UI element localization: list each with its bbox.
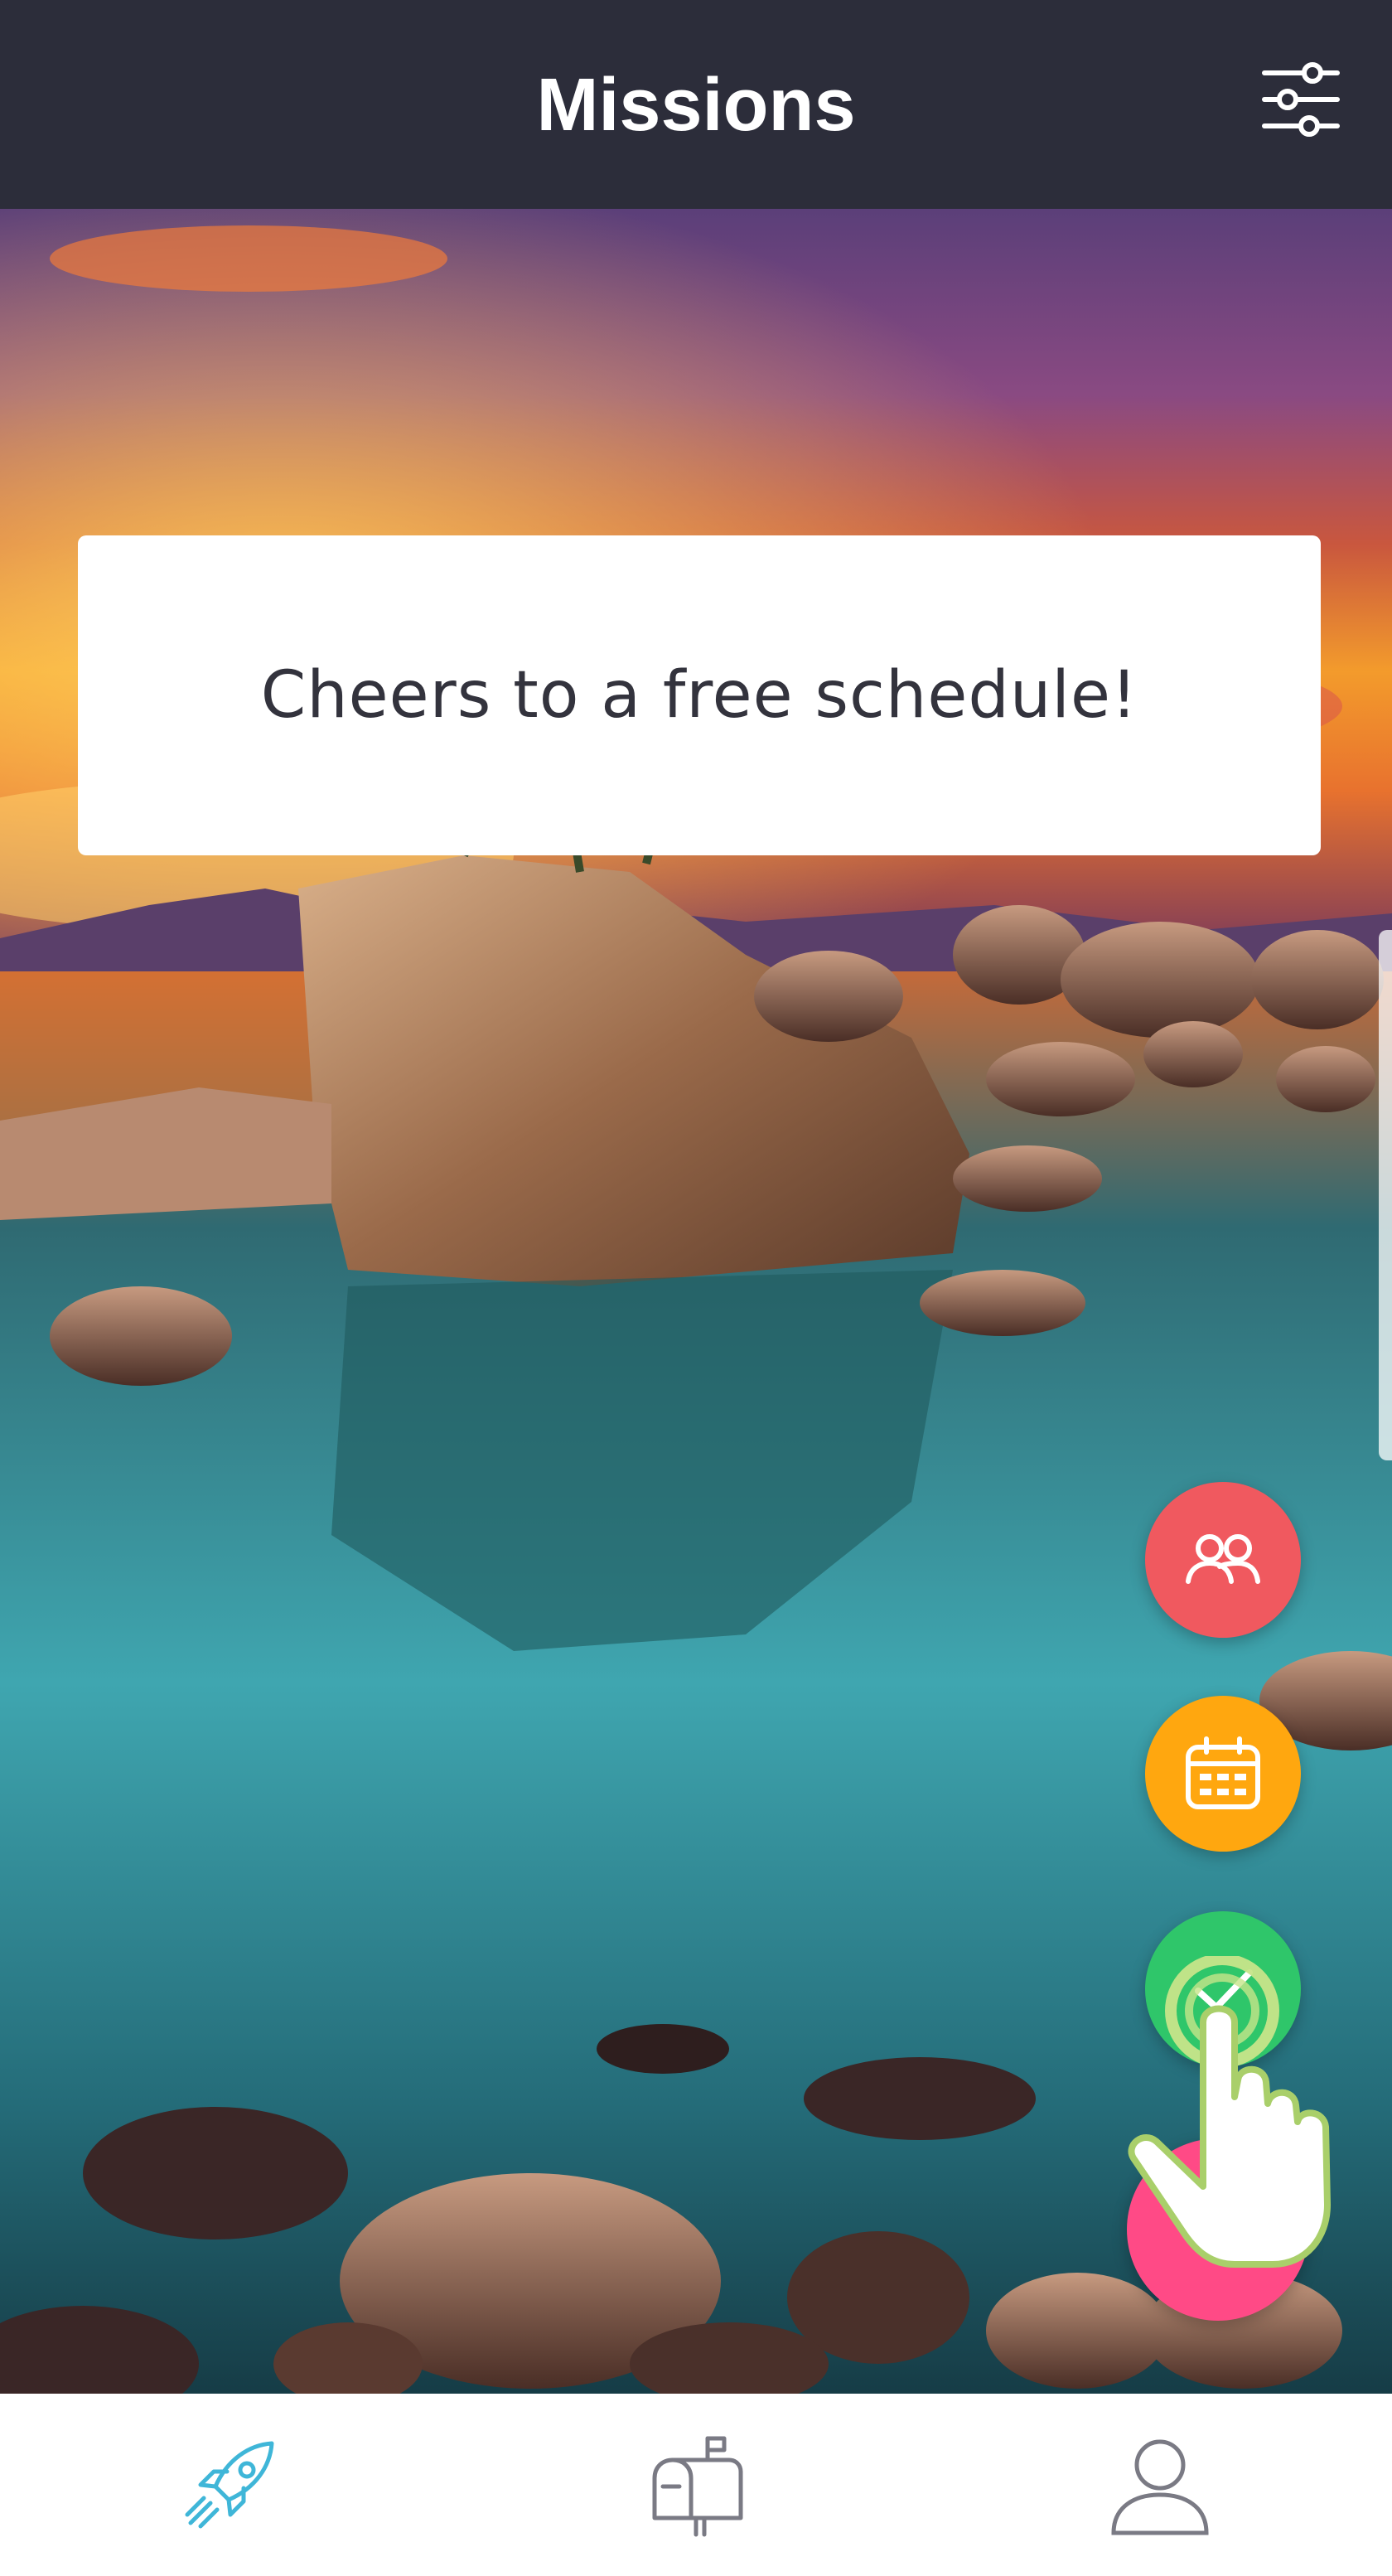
top-app-bar: Missions xyxy=(0,0,1392,209)
rocket-icon xyxy=(185,2441,274,2529)
page-title: Missions xyxy=(536,64,856,147)
person-icon xyxy=(1111,2439,1209,2535)
side-drawer-handle[interactable] xyxy=(1379,930,1392,1460)
tap-hint-hand-icon xyxy=(1128,1956,1331,2268)
bottom-tab-bar xyxy=(0,2394,1392,2576)
team-button[interactable] xyxy=(1145,1482,1301,1638)
tab-inbox[interactable] xyxy=(464,2394,928,2576)
people-icon xyxy=(1186,1534,1260,1584)
motivation-banner: Cheers to a free schedule! xyxy=(78,535,1321,855)
filter-button[interactable] xyxy=(1261,60,1341,139)
calendar-button[interactable] xyxy=(1145,1696,1301,1852)
sliders-icon xyxy=(1262,62,1340,137)
tab-profile[interactable] xyxy=(928,2394,1392,2576)
tab-missions[interactable] xyxy=(0,2394,464,2576)
mailbox-icon xyxy=(652,2436,743,2537)
banner-message: Cheers to a free schedule! xyxy=(260,658,1138,733)
calendar-icon xyxy=(1186,1736,1260,1809)
